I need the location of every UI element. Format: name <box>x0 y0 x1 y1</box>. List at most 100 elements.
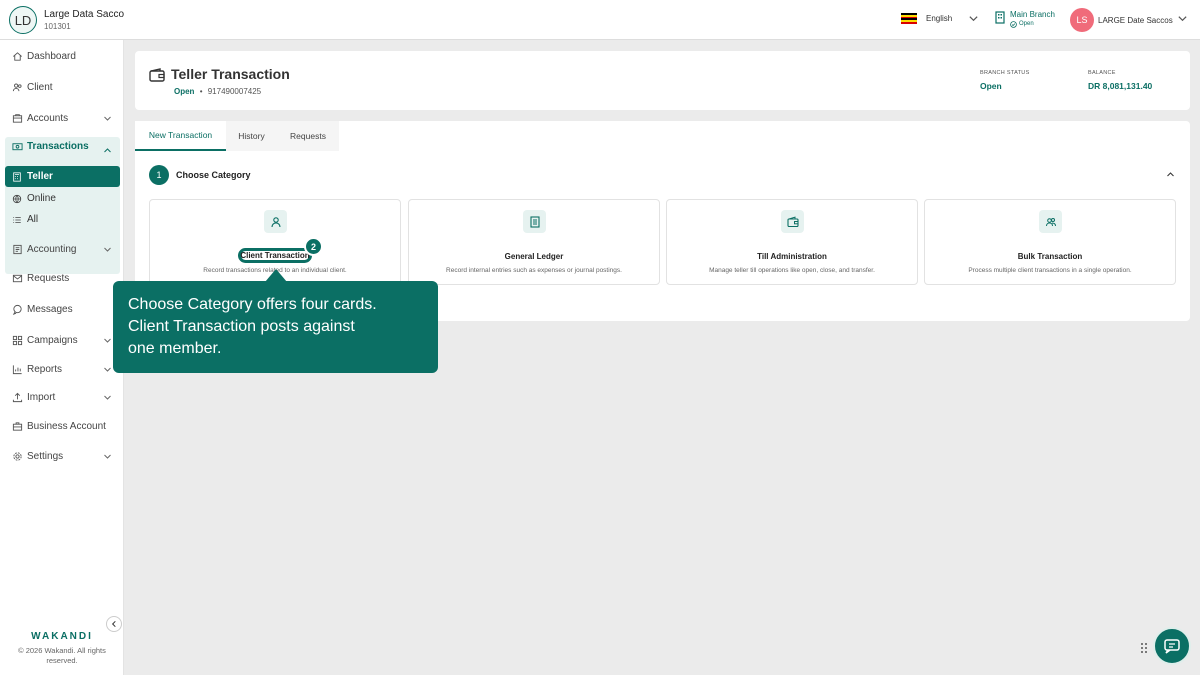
user-name: LARGE Date Saccos <box>1098 15 1173 25</box>
chevron-up-icon <box>1167 172 1174 177</box>
category-card-till-administration[interactable]: Till Administration Manage teller till o… <box>666 199 918 285</box>
chevron-left-icon <box>111 620 116 628</box>
step-number: 1 <box>149 165 169 185</box>
org-switcher[interactable]: LD Large Data Sacco 101301 <box>9 6 124 34</box>
highlighted-category-title[interactable]: Client Transaction <box>238 251 312 260</box>
briefcase-icon <box>12 421 23 431</box>
sidebar-item-label: Transactions <box>27 141 89 152</box>
building-icon <box>995 11 1005 24</box>
copyright: © 2026 Wakandi. All rights reserved. <box>18 646 106 665</box>
sidebar-item-label: All <box>27 214 39 225</box>
chevron-down-icon <box>104 395 111 400</box>
check-circle-icon <box>1010 21 1017 28</box>
chevron-down-icon <box>104 338 111 343</box>
org-name: Large Data Sacco <box>44 8 125 20</box>
chart-icon <box>12 364 22 374</box>
sidebar-item-label: Accounts <box>27 112 69 124</box>
category-title: Till Administration <box>757 252 827 261</box>
teller-status-line: Open • 917490007425 <box>174 87 261 96</box>
sidebar-item-settings[interactable]: Settings <box>0 446 124 466</box>
sidebar-item-messages[interactable]: Messages <box>0 299 124 319</box>
sidebar-item-requests[interactable]: Requests <box>0 268 124 288</box>
wallet-icon <box>149 68 165 82</box>
sidebar-item-label: Requests <box>27 272 70 284</box>
guide-step-badge: 2 <box>304 237 323 256</box>
home-icon <box>13 51 22 61</box>
mail-icon <box>12 274 23 282</box>
sidebar-item-client[interactable]: Client <box>0 77 124 97</box>
sidebar-item-teller[interactable]: Teller <box>5 166 120 187</box>
sidebar-item-accounts[interactable]: Accounts <box>0 108 124 128</box>
sidebar-item-accounting[interactable]: Accounting <box>0 239 124 259</box>
ledger-icon <box>13 244 22 254</box>
sidebar-item-dashboard[interactable]: Dashboard <box>0 46 124 66</box>
separator-dot: • <box>199 87 203 96</box>
chevron-down-icon <box>104 116 111 121</box>
sidebar-item-all[interactable]: All <box>12 214 38 225</box>
sidebar-item-online[interactable]: Online <box>12 193 56 204</box>
sidebar-item-reports[interactable]: Reports <box>0 359 124 379</box>
branch-status-value: Open <box>980 81 1002 91</box>
category-card-general-ledger[interactable]: General Ledger Record internal entries s… <box>408 199 660 285</box>
chevron-down-icon <box>104 247 111 252</box>
globe-icon <box>12 194 22 203</box>
chevron-up-icon[interactable] <box>103 146 112 155</box>
sidebar-item-label: Client <box>27 81 53 93</box>
category-title: General Ledger <box>504 252 564 261</box>
language-selector[interactable]: English <box>901 13 952 24</box>
collapse-section-button[interactable] <box>1166 170 1175 179</box>
chat-button[interactable] <box>1153 627 1191 665</box>
gear-icon <box>13 451 22 461</box>
sidebar-item-label: Campaigns <box>27 334 78 346</box>
teller-status: Open <box>174 87 195 96</box>
wallet-icon <box>781 210 804 233</box>
sidebar-item-transactions[interactable]: Transactions <box>12 141 89 152</box>
chevron-down-icon <box>104 367 111 372</box>
collapse-sidebar-button[interactable] <box>106 616 122 632</box>
group-icon <box>1039 210 1062 233</box>
guide-text: Choose Category offers four cards. Clien… <box>128 296 377 357</box>
category-card-bulk-transaction[interactable]: Bulk Transaction Process multiple client… <box>924 199 1176 285</box>
branch-selector[interactable]: Main Branch Open <box>995 10 1055 29</box>
sidebar-item-label: Accounting <box>27 243 77 255</box>
org-code: 101301 <box>44 21 71 31</box>
sidebar-item-label: Teller <box>27 171 53 182</box>
tab-new-transaction[interactable]: New Transaction <box>135 121 226 151</box>
chevron-down-icon <box>104 454 111 459</box>
step-title: Choose Category <box>176 170 251 180</box>
category-title: Bulk Transaction <box>1017 252 1083 261</box>
teller-header-card: Teller Transaction Open • 917490007425 B… <box>135 51 1190 110</box>
category-description: Record internal entries such as expenses… <box>446 267 622 274</box>
chevron-down-icon[interactable] <box>968 13 979 24</box>
balance-stat: BALANCE DR 8,081,131.40 <box>1088 70 1152 91</box>
language-label: English <box>926 14 953 23</box>
sidebar-item-business-account[interactable]: Business Account <box>0 416 124 436</box>
chat-icon <box>1164 639 1180 654</box>
list-icon <box>13 216 21 223</box>
user-chevron-down-icon[interactable] <box>1177 13 1188 24</box>
avatar: LS <box>1070 8 1094 32</box>
balance-label: BALANCE <box>1088 70 1116 76</box>
brand-logo: WAKANDI <box>31 631 93 642</box>
sidebar-item-import[interactable]: Import <box>0 387 124 407</box>
category-description: Process multiple client transactions in … <box>968 267 1132 274</box>
branch-status-label: BRANCH STATUS <box>980 70 1030 76</box>
users-icon <box>12 83 22 91</box>
sidebar-item-label: Reports <box>27 363 63 375</box>
drag-handle-icon[interactable] <box>1140 642 1148 654</box>
uganda-flag-icon <box>901 13 917 24</box>
sidebar-item-campaigns[interactable]: Campaigns <box>0 330 124 350</box>
user-icon <box>264 210 287 233</box>
grid-icon <box>12 335 23 345</box>
sidebar-item-label: Settings <box>27 450 64 462</box>
branch-status: Open <box>1019 21 1034 27</box>
user-menu[interactable]: LS LARGE Date Saccos <box>1070 8 1173 32</box>
tab-history[interactable]: History <box>226 121 277 151</box>
balance-value: DR 8,081,131.40 <box>1088 81 1153 91</box>
tab-requests[interactable]: Requests <box>277 121 339 151</box>
sidebar-item-label: Online <box>27 193 56 204</box>
cash-icon <box>12 143 23 151</box>
sidebar-item-label: Business Account <box>27 420 106 432</box>
calculator-icon <box>13 171 21 182</box>
bank-icon <box>12 113 23 123</box>
